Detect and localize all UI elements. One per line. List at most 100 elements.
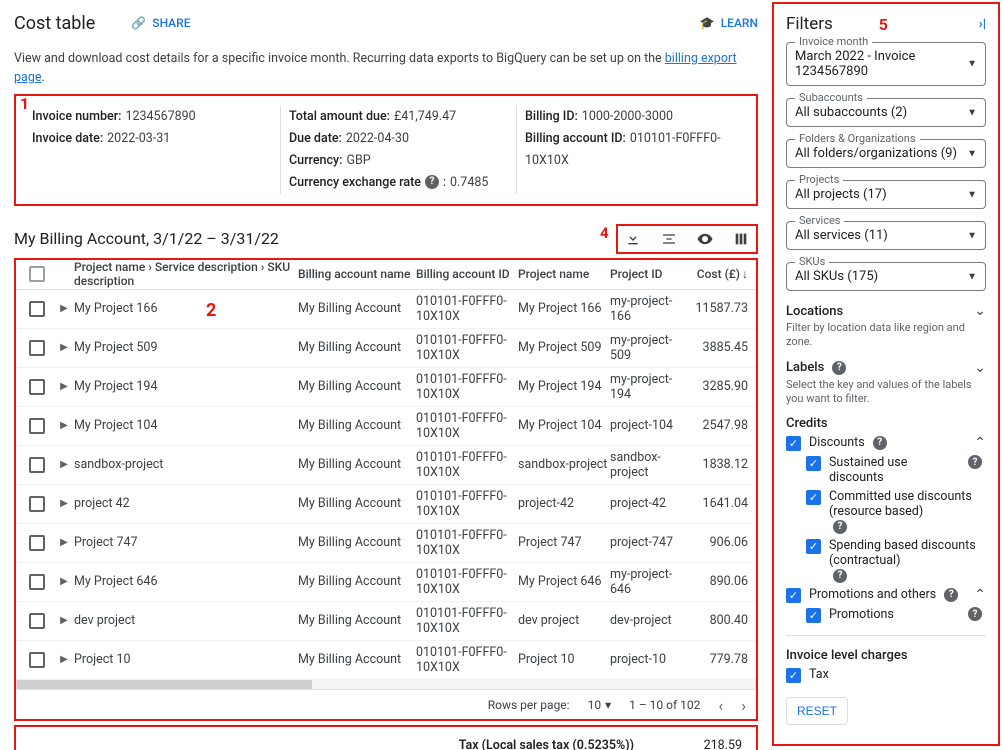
cell-billing-id: 010101-F0FFF0-10X10X [416,411,518,441]
annotation-4: 4 [600,224,609,242]
row-checkbox[interactable] [29,301,45,317]
help-icon[interactable]: ? [832,361,846,375]
download-icon[interactable] [624,230,642,248]
expand-row-icon[interactable]: ▶ [60,615,68,626]
share-label: SHARE [152,16,190,30]
reset-button[interactable]: RESET [786,697,848,725]
filter-subaccounts[interactable]: Subaccounts All subaccounts (2) ▼ [786,98,986,127]
row-checkbox[interactable] [29,652,45,668]
help-icon[interactable]: ? [833,569,847,583]
help-icon[interactable]: ? [833,520,847,534]
share-button[interactable]: 🔗 SHARE [131,16,190,30]
invoice-level-charges-section: Invoice level charges [786,648,986,663]
cell-billing-name: My Billing Account [298,535,416,550]
cell-project-name2: My Project 646 [518,574,610,589]
filter-services[interactable]: Services All services (11) ▼ [786,221,986,250]
row-checkbox[interactable] [29,613,45,629]
row-checkbox[interactable] [29,379,45,395]
prev-page-button[interactable]: ‹ [718,696,723,715]
expand-row-icon[interactable]: ▶ [60,303,68,314]
columns-icon[interactable] [732,230,750,248]
cell-project-id: my-project-646 [610,567,688,597]
cell-project-name2: Project 10 [518,652,610,667]
page-range: 1 – 10 of 102 [629,698,700,712]
table-row: ▶dev projectMy Billing Account010101-F0F… [16,602,756,641]
row-checkbox[interactable] [29,535,45,551]
cell-billing-id: 010101-F0FFF0-10X10X [416,294,518,324]
labels-section[interactable]: Labels? ⌄ [786,360,986,376]
cell-billing-name: My Billing Account [298,613,416,628]
cell-billing-name: My Billing Account [298,379,416,394]
filter-projects[interactable]: Projects All projects (17) ▼ [786,180,986,209]
row-checkbox[interactable] [29,418,45,434]
cell-billing-id: 010101-F0FFF0-10X10X [416,528,518,558]
filter-invoice-month[interactable]: Invoice month March 2022 - Invoice 12345… [786,42,986,86]
expand-row-icon[interactable]: ▶ [60,576,68,587]
locations-section[interactable]: Locations⌄ [786,303,986,319]
col-billing-id[interactable]: Billing account ID [416,267,518,281]
expand-rows-icon[interactable] [660,230,678,248]
row-checkbox[interactable] [29,457,45,473]
credits-section: Credits [786,416,986,431]
visibility-icon[interactable] [696,230,714,248]
expand-row-icon[interactable]: ▶ [60,537,68,548]
col-billing-name[interactable]: Billing account name [298,267,416,281]
col-project[interactable]: Project name › Service description › SKU… [74,260,298,288]
collapse-panel-icon[interactable]: ›| [979,17,986,32]
labels-subtitle: Select the key and values of the labels … [786,378,986,407]
row-checkbox[interactable] [29,340,45,356]
help-icon[interactable]: ? [968,607,982,621]
help-icon[interactable]: ? [944,588,958,602]
cell-project-id: my-project-509 [610,333,688,363]
filter-skus[interactable]: SKUs All SKUs (175) ▼ [786,262,986,291]
cell-cost: 890.06 [688,574,748,589]
cell-project-name: My Project 104 [74,418,298,433]
next-page-button[interactable]: › [741,696,746,715]
tax-checkbox[interactable]: ✓ Tax [786,667,986,683]
cell-cost: 800.40 [688,613,748,628]
filter-folders[interactable]: Folders & Organizations All folders/orga… [786,139,986,168]
expand-row-icon[interactable]: ▶ [60,459,68,470]
cell-cost: 1838.12 [688,457,748,472]
col-project-name[interactable]: Project name [518,267,610,281]
select-all-checkbox[interactable] [29,266,45,282]
chevron-up-icon[interactable]: ⌃ [974,435,986,451]
table-row: ▶My Project 104My Billing Account010101-… [16,407,756,446]
promotions-checkbox[interactable]: ✓ Promotions ? [806,607,986,623]
cell-project-name: My Project 166 [74,301,298,316]
discounts-checkbox[interactable]: ✓ Discounts? ⌃ [786,435,986,451]
cell-cost: 2547.98 [688,418,748,433]
description-text: View and download cost details for a spe… [14,50,758,88]
table-toolbar: 4 [616,224,758,254]
col-cost[interactable]: Cost (£)↓ [688,267,748,281]
chevron-up-icon[interactable]: ⌃ [974,587,986,603]
help-icon[interactable]: ? [968,455,982,469]
chevron-down-icon: ▼ [967,107,977,118]
row-checkbox[interactable] [29,496,45,512]
cell-billing-id: 010101-F0FFF0-10X10X [416,450,518,480]
cell-billing-id: 010101-F0FFF0-10X10X [416,645,518,675]
cell-cost: 3285.90 [688,379,748,394]
spending-based-checkbox[interactable]: ✓ Spending based discounts (contractual)… [806,538,986,583]
expand-row-icon[interactable]: ▶ [60,654,68,665]
promotions-others-checkbox[interactable]: ✓ Promotions and others? ⌃ [786,587,986,603]
sort-desc-icon: ↓ [742,267,748,281]
learn-button[interactable]: 🎓 LEARN [700,16,758,30]
expand-row-icon[interactable]: ▶ [60,498,68,509]
expand-row-icon[interactable]: ▶ [60,420,68,431]
col-project-id[interactable]: Project ID [610,267,688,281]
sustained-use-checkbox[interactable]: ✓ Sustained use discounts ? [806,455,986,485]
table-row: ▶My Project 509My Billing Account010101-… [16,329,756,368]
help-icon[interactable]: ? [425,175,439,189]
committed-use-checkbox[interactable]: ✓ Committed use discounts (resource base… [806,489,986,534]
annotation-5: 5 [879,15,888,34]
horizontal-scrollbar[interactable] [16,680,756,690]
checkbox-checked-icon: ✓ [806,608,821,623]
rows-per-page-select[interactable]: 10▾ [588,698,612,712]
account-period-heading: My Billing Account, 3/1/22 – 3/31/22 [14,229,279,248]
cell-billing-name: My Billing Account [298,340,416,355]
expand-row-icon[interactable]: ▶ [60,342,68,353]
help-icon[interactable]: ? [873,436,887,450]
expand-row-icon[interactable]: ▶ [60,381,68,392]
row-checkbox[interactable] [29,574,45,590]
